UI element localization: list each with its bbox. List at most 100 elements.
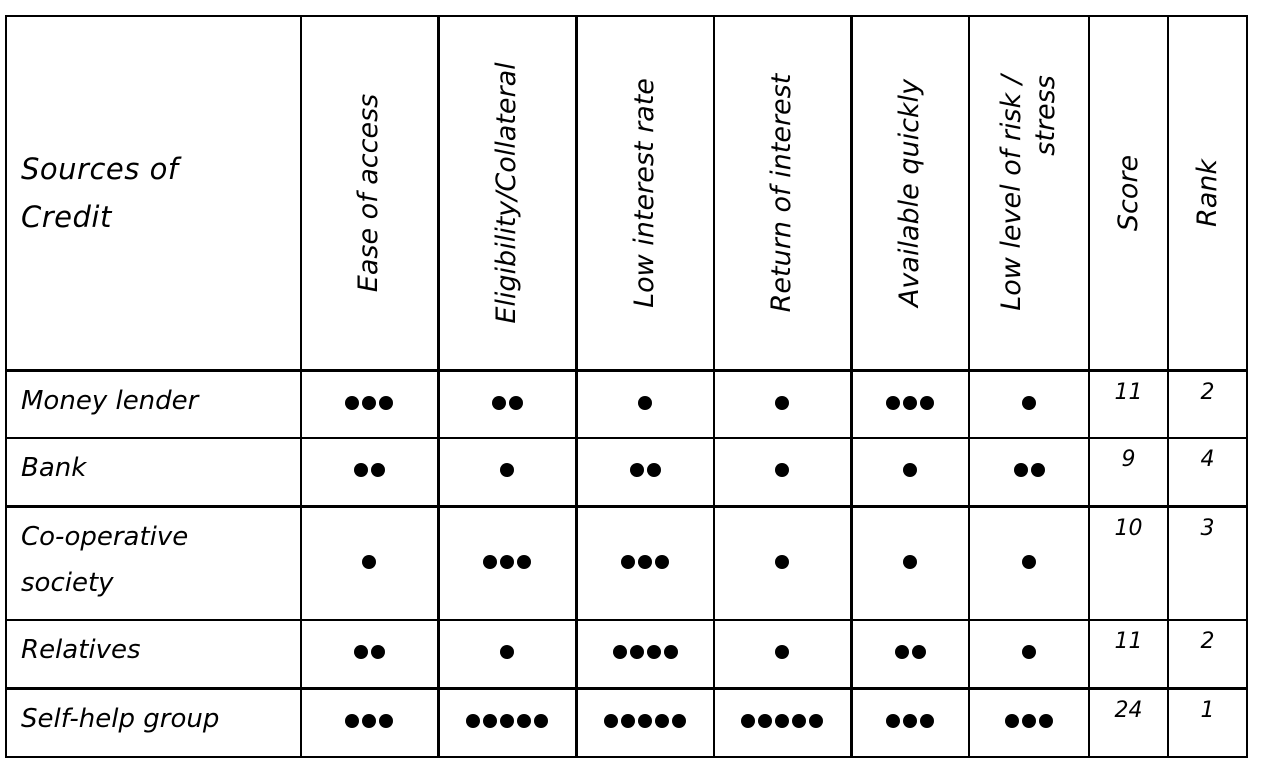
- rating-dot-icon: [886, 395, 901, 410]
- rating-dots: [629, 463, 661, 478]
- rating-dots: [621, 554, 670, 569]
- rating-dot-icon: [655, 554, 670, 569]
- source-name-line: Relatives: [21, 635, 141, 665]
- rating-dot-icon: [508, 395, 523, 410]
- rating-dot-icon: [379, 714, 394, 729]
- rating-cell: [849, 619, 970, 690]
- header-label: Return of interest: [766, 73, 798, 313]
- header-label: Ease of access: [353, 93, 385, 292]
- rating-dot-icon: [500, 645, 514, 660]
- rating-dot-icon: [621, 714, 636, 729]
- table-row: Self-help group 24 1: [5, 687, 1248, 758]
- rating-cell: [574, 437, 715, 508]
- rating-dots: [894, 645, 926, 660]
- rating-cell: [968, 619, 1090, 690]
- rating-dot-icon: [672, 714, 687, 729]
- rating-cell: [574, 505, 715, 621]
- source-name-cell: Self-help group: [5, 687, 302, 758]
- header-label: Low level of risk / stress: [995, 75, 1063, 311]
- rating-dots: [1013, 463, 1045, 478]
- rating-dot-icon: [741, 714, 756, 729]
- rating-cell: [436, 437, 577, 508]
- rank-cell: 2: [1167, 369, 1248, 439]
- rating-dot-icon: [903, 714, 918, 729]
- table-row: Bank 9 4: [5, 437, 1248, 508]
- rating-dots: [612, 645, 678, 660]
- header-low-risk-stress: Low level of risk / stress: [968, 15, 1090, 372]
- rating-dot-icon: [362, 395, 377, 410]
- rating-dot-icon: [663, 645, 678, 660]
- rating-dots: [353, 463, 385, 478]
- rating-cell: [713, 437, 852, 508]
- rating-dots: [903, 463, 918, 478]
- rating-dot-icon: [629, 463, 644, 478]
- rating-dot-icon: [775, 714, 790, 729]
- rating-dot-icon: [775, 554, 790, 569]
- header-rank: Rank: [1167, 15, 1248, 372]
- rating-dot-icon: [646, 645, 661, 660]
- score-cell: 11: [1088, 619, 1169, 690]
- rating-dot-icon: [920, 714, 935, 729]
- rating-dot-icon: [1013, 463, 1028, 478]
- rating-cell: [968, 369, 1090, 439]
- rating-dot-icon: [1005, 714, 1019, 729]
- rating-dot-icon: [629, 645, 644, 660]
- rating-dot-icon: [758, 714, 773, 729]
- rating-dot-icon: [775, 645, 790, 660]
- credit-ranking-table: Sources of Credit Ease of access Eligibi…: [5, 15, 1248, 758]
- rating-dots: [775, 463, 790, 478]
- rating-cell: [300, 505, 439, 621]
- rating-cell: [713, 619, 852, 690]
- rating-dot-icon: [612, 645, 627, 660]
- rating-dots: [886, 714, 935, 729]
- rating-dot-icon: [1022, 554, 1036, 569]
- rating-dot-icon: [345, 395, 360, 410]
- rating-dot-icon: [903, 554, 918, 569]
- rating-dot-icon: [500, 714, 514, 729]
- rating-dots: [638, 395, 653, 410]
- rating-dot-icon: [534, 714, 548, 729]
- rating-dots: [1005, 714, 1053, 729]
- header-eligibility-collateral: Eligibility/Collateral: [436, 15, 577, 372]
- rating-dot-icon: [911, 645, 926, 660]
- rating-dot-icon: [809, 714, 824, 729]
- table-row: Money lender 11 2: [5, 369, 1248, 439]
- rating-cell: [849, 369, 970, 439]
- rating-cell: [968, 437, 1090, 508]
- rank-cell: 3: [1167, 505, 1248, 621]
- score-cell: 24: [1088, 687, 1169, 758]
- header-label-line-1: Low level of risk /: [996, 74, 1027, 311]
- rating-dot-icon: [1030, 463, 1045, 478]
- rating-dot-icon: [483, 554, 497, 569]
- rating-dot-icon: [491, 395, 506, 410]
- rank-cell: 4: [1167, 437, 1248, 508]
- rating-dot-icon: [638, 395, 653, 410]
- rating-dots: [1022, 645, 1036, 660]
- rating-dot-icon: [655, 714, 670, 729]
- rating-dot-icon: [621, 554, 636, 569]
- header-available-quickly: Available quickly: [849, 15, 970, 372]
- corner-header-line-1: Sources of: [21, 151, 179, 186]
- rating-dots: [1022, 554, 1036, 569]
- header-low-interest-rate: Low interest rate: [574, 15, 715, 372]
- rating-dot-icon: [362, 714, 377, 729]
- rating-dots: [362, 554, 377, 569]
- rating-dots: [483, 554, 531, 569]
- rating-dot-icon: [1022, 645, 1036, 660]
- rating-cell: [300, 687, 439, 758]
- rating-cell: [968, 505, 1090, 621]
- rating-dot-icon: [1022, 395, 1036, 410]
- rating-cell: [436, 687, 577, 758]
- rating-cell: [849, 437, 970, 508]
- source-name-cell: Relatives: [5, 619, 302, 690]
- rating-dot-icon: [517, 554, 531, 569]
- rating-dot-icon: [1039, 714, 1053, 729]
- header-label: Eligibility/Collateral: [491, 62, 522, 324]
- rating-dot-icon: [638, 554, 653, 569]
- source-name-line: Bank: [21, 453, 87, 483]
- rating-cell: [574, 619, 715, 690]
- header-return-of-interest: Return of interest: [713, 15, 852, 372]
- rating-dots: [604, 714, 687, 729]
- rating-dot-icon: [500, 554, 514, 569]
- rating-cell: [713, 505, 852, 621]
